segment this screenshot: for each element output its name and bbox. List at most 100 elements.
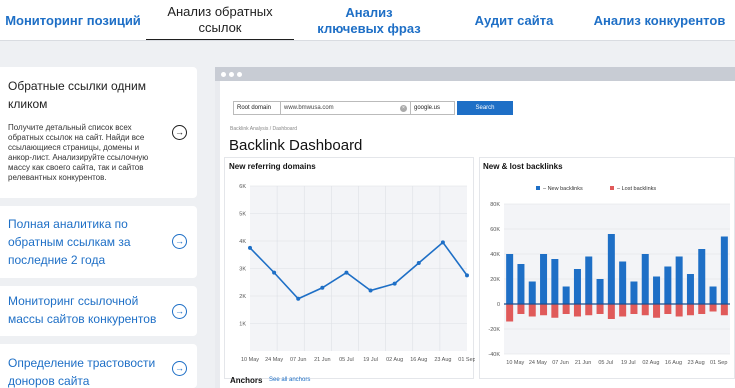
feature-card-full-analytics[interactable]: Полная аналитика по обратным ссылкам за … <box>0 206 197 278</box>
see-all-anchors-link[interactable]: See all anchors <box>269 377 310 383</box>
data-point <box>416 261 421 265</box>
arrow-right-icon[interactable]: → <box>172 361 187 376</box>
search-bar: Root domain www.bmwusa.com × google.us S… <box>233 101 513 115</box>
feature-title[interactable]: Полная аналитика по обратным ссылкам за … <box>8 215 158 269</box>
data-point <box>465 273 469 278</box>
tab-competitor-analysis[interactable]: Анализ конкурентов <box>584 0 735 41</box>
x-tick-label: 16 Aug <box>410 357 427 363</box>
feature-card-donor-trust[interactable]: Определение трастовости доноров сайта → <box>0 344 197 388</box>
y-tick-label: 6K <box>239 184 246 190</box>
y-tick-label: 20K <box>490 277 500 283</box>
anchors-heading: Anchors <box>230 376 263 385</box>
tab-backlink-analysis[interactable]: Анализ обратных ссылок <box>146 0 294 41</box>
bar-lost <box>698 304 706 314</box>
legend-label-lost: – Lost backlinks <box>617 186 656 192</box>
url-input-value: www.bmwusa.com <box>284 105 334 111</box>
bar-lost <box>720 304 728 316</box>
bar-lost <box>596 304 604 314</box>
bar-new <box>630 281 638 304</box>
bar-new <box>698 249 706 304</box>
legend-swatch-new <box>536 186 540 190</box>
domain-select[interactable]: Root domain <box>233 101 281 115</box>
bar-lost <box>686 304 694 316</box>
bar-new <box>720 236 728 304</box>
y-tick-label: 0 <box>497 302 500 308</box>
url-input[interactable]: www.bmwusa.com × <box>281 101 411 115</box>
clear-icon[interactable]: × <box>400 105 407 112</box>
bar-new <box>506 254 514 304</box>
bar-lost <box>664 304 672 314</box>
y-tick-label: 60K <box>490 227 500 233</box>
bar-lost <box>573 304 581 317</box>
dashboard-window: Root domain www.bmwusa.com × google.us S… <box>215 67 735 388</box>
x-tick-label: 19 Jul <box>363 357 378 363</box>
engine-select[interactable]: google.us <box>411 101 455 115</box>
x-tick-label: 10 May <box>241 357 259 363</box>
referring-domains-panel: New referring domains 1K 2K 3K 4K 5K 6K 10 May… <box>224 157 475 379</box>
bar-new <box>517 264 525 304</box>
y-tick-label: 5K <box>239 212 246 218</box>
bar-new <box>709 286 717 304</box>
y-tick-label: 4K <box>239 239 246 245</box>
bar-new <box>551 259 559 304</box>
bar-new <box>596 279 604 304</box>
x-tick-label: 07 Jun <box>290 357 307 363</box>
x-tick-label: 01 Sep <box>710 360 727 366</box>
feature-card-backlinks-one-click[interactable]: Обратные ссылки одним кликом Получите де… <box>0 67 197 198</box>
tab-site-audit[interactable]: Аудит сайта <box>444 0 584 41</box>
x-tick-label: 19 Jul <box>621 360 636 366</box>
y-tick-label: 1K <box>239 322 246 328</box>
search-button[interactable]: Search <box>457 101 513 115</box>
bar-lost <box>562 304 570 314</box>
tab-position-monitoring[interactable]: Мониторинг позиций <box>0 0 146 41</box>
bar-new <box>585 256 593 304</box>
bar-lost <box>551 304 559 318</box>
feature-description: Получите детальный список всех обратных … <box>8 123 149 182</box>
y-tick-label: -20K <box>488 327 500 333</box>
window-dot <box>221 72 226 77</box>
domain-select-value: Root domain <box>237 105 272 111</box>
arrow-right-icon[interactable]: → <box>172 234 187 249</box>
bar-lost <box>585 304 593 316</box>
legend-swatch-lost <box>610 186 614 190</box>
data-point <box>320 285 325 290</box>
dashboard-body: Root domain www.bmwusa.com × google.us S… <box>220 81 735 388</box>
bar-lost <box>630 304 638 314</box>
x-tick-label: 24 May <box>265 357 283 363</box>
x-tick-label: 24 May <box>529 360 547 366</box>
data-point <box>296 296 301 301</box>
data-point <box>392 281 397 286</box>
feature-title: Обратные ссылки одним кликом <box>8 79 146 111</box>
y-tick-label: 80K <box>490 202 500 208</box>
y-tick-label: 2K <box>239 294 246 300</box>
legend-label-new: – New backlinks <box>543 186 583 192</box>
x-tick-label: 21 Jun <box>314 357 331 363</box>
tabs-divider <box>0 40 735 41</box>
y-tick-label: 40K <box>490 252 500 258</box>
x-tick-label: 07 Jun <box>552 360 569 366</box>
x-tick-label: 10 May <box>506 360 524 366</box>
data-point <box>272 270 277 275</box>
arrow-right-icon[interactable]: → <box>172 304 187 319</box>
bar-new <box>675 256 683 304</box>
bar-lost <box>540 304 548 316</box>
search-button-label: Search <box>475 105 495 111</box>
engine-select-value: google.us <box>414 105 441 111</box>
feature-card-competitor-monitoring[interactable]: Мониторинг ссылочной массы сайтов конкур… <box>0 286 197 336</box>
bar-new <box>686 274 694 304</box>
window-titlebar <box>215 67 735 81</box>
feature-title[interactable]: Мониторинг ссылочной массы сайтов конкур… <box>8 292 168 328</box>
bar-lost <box>506 304 514 322</box>
feature-title[interactable]: Определение трастовости доноров сайта <box>8 354 168 388</box>
bar-lost <box>607 304 615 319</box>
window-dot <box>229 72 234 77</box>
arrow-right-icon[interactable]: → <box>172 125 187 140</box>
y-tick-label: -40K <box>488 352 500 358</box>
bar-new <box>540 254 548 304</box>
x-tick-label: 05 Jul <box>339 357 354 363</box>
x-tick-label: 23 Aug <box>688 360 705 366</box>
y-tick-label: 3K <box>239 267 246 273</box>
page-title: Backlink Dashboard <box>229 137 363 154</box>
tab-keyword-analysis[interactable]: Анализ ключевых фраз <box>294 0 444 41</box>
bar-new <box>664 266 672 304</box>
